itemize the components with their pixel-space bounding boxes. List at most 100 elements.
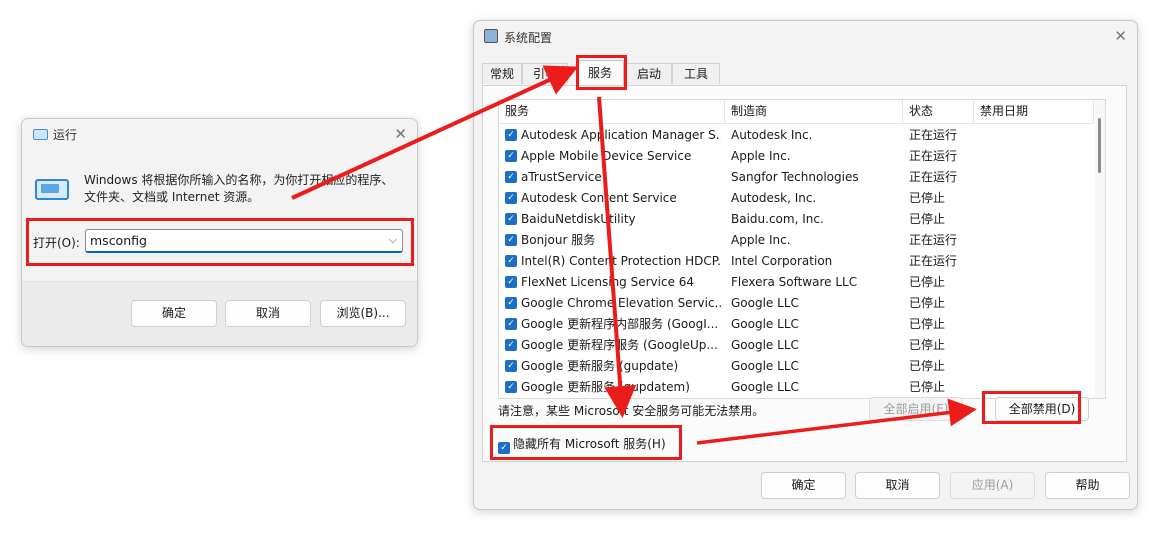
checkmark-icon[interactable]: ✓ <box>505 276 517 288</box>
status: 正在运行 <box>909 254 958 268</box>
col-service[interactable]: 服务 <box>499 100 725 123</box>
service-name: Autodesk Application Manager S... <box>521 128 721 142</box>
browse-button[interactable]: 浏览(B)... <box>320 300 406 327</box>
service-name: Autodesk Content Service <box>521 191 677 205</box>
table-row[interactable]: ✓ FlexNet Licensing Service 64 Flexera Sof… <box>499 272 1094 293</box>
service-name: Google Chrome Elevation Servic... <box>521 296 721 310</box>
status: 已停止 <box>909 380 946 394</box>
apply-button[interactable]: 应用(A) <box>950 472 1035 499</box>
status: 已停止 <box>909 359 946 373</box>
service-name: Google 更新服务 (gupdatem) <box>521 380 690 394</box>
open-label: 打开(O): <box>33 236 80 250</box>
msconfig-dialog: 系统配置 ✕ 常规 引导 服务 启动 工具 服务 制造商 状态 禁用日期 ✓ Au… <box>473 20 1138 510</box>
manufacturer: Google LLC <box>731 380 799 394</box>
table-row[interactable]: ✓ Apple Mobile Device Service Apple Inc. 正在… <box>499 146 1094 167</box>
table-scrollbar[interactable] <box>1095 100 1105 398</box>
msconfig-title: 系统配置 <box>504 31 553 45</box>
table-row[interactable]: ✓ Google Chrome Elevation Servic... Google… <box>499 293 1094 314</box>
manufacturer: Sangfor Technologies <box>731 170 859 184</box>
manufacturer: Intel Corporation <box>731 254 833 268</box>
table-row[interactable]: ✓ Autodesk Content Service Autodesk, Inc. 已… <box>499 188 1094 209</box>
table-row[interactable]: ✓ Autodesk Application Manager S... Autode… <box>499 125 1094 146</box>
table-row[interactable]: ✓ Google 更新程序内部服务 (GoogI... Google LLC 已停止 <box>499 314 1094 335</box>
service-name: Google 更新程序内部服务 (GoogI... <box>521 317 719 331</box>
checkmark-icon[interactable]: ✓ <box>505 360 517 372</box>
col-disable-date[interactable]: 禁用日期 <box>974 100 1094 123</box>
checkmark-icon[interactable]: ✓ <box>498 442 510 454</box>
status: 已停止 <box>909 212 946 226</box>
enable-all-button[interactable]: 全部启用(E) <box>869 397 963 421</box>
manufacturer: Baidu.com, Inc. <box>731 212 824 226</box>
checkmark-icon[interactable]: ✓ <box>505 234 517 246</box>
msconfig-app-icon <box>484 29 498 43</box>
manufacturer: Apple Inc. <box>731 233 791 247</box>
disable-all-button[interactable]: 全部禁用(D) <box>995 397 1089 421</box>
col-manufacturer[interactable]: 制造商 <box>725 100 903 123</box>
run-description: Windows 将根据你所输入的名称，为你打开相应的程序、文件夹、文档或 Int… <box>84 173 394 204</box>
status: 已停止 <box>909 296 946 310</box>
checkmark-icon[interactable]: ✓ <box>505 213 517 225</box>
ok-button[interactable]: 确定 <box>761 472 846 499</box>
service-name: aTrustService <box>521 170 602 184</box>
service-name: Bonjour 服务 <box>521 233 596 247</box>
tab-services[interactable]: 服务 <box>576 60 624 85</box>
checkmark-icon[interactable]: ✓ <box>505 381 517 393</box>
manufacturer: Apple Inc. <box>731 149 791 163</box>
run-dialog: 运行 ✕ Windows 将根据你所输入的名称，为你打开相应的程序、文件夹、文档… <box>21 118 418 347</box>
msconfig-titlebar[interactable]: 系统配置 ✕ <box>474 21 1137 51</box>
chevron-down-icon[interactable]: ⌵ <box>389 229 397 251</box>
run-program-icon <box>35 179 69 200</box>
manufacturer: Autodesk, Inc. <box>731 191 817 205</box>
status: 正在运行 <box>909 128 958 142</box>
table-row[interactable]: ✓ Google 更新服务 (gupdate) Google LLC 已停止 <box>499 356 1094 377</box>
run-title: 运行 <box>53 128 78 142</box>
tab-boot[interactable]: 引导 <box>522 63 568 84</box>
manufacturer: Google LLC <box>731 317 799 331</box>
close-icon[interactable]: ✕ <box>1114 29 1127 44</box>
table-row[interactable]: ✓ Google 更新服务 (gupdatem) Google LLC 已停止 <box>499 377 1094 398</box>
ok-button[interactable]: 确定 <box>131 300 217 327</box>
status: 正在运行 <box>909 233 958 247</box>
run-titlebar[interactable]: 运行 ✕ <box>22 119 417 149</box>
table-row[interactable]: ✓ Intel(R) Content Protection HDCP... Inte… <box>499 251 1094 272</box>
tab-general[interactable]: 常规 <box>482 63 522 84</box>
hide-ms-label: 隐藏所有 Microsoft 服务(H) <box>513 437 666 451</box>
help-button[interactable]: 帮助 <box>1045 472 1130 499</box>
scrollbar-thumb[interactable] <box>1098 118 1101 173</box>
status: 正在运行 <box>909 149 958 163</box>
col-status[interactable]: 状态 <box>903 100 974 123</box>
service-name: Intel(R) Content Protection HDCP... <box>521 254 721 268</box>
table-row[interactable]: ✓ Google 更新程序服务 (GoogleUp... Google LLC 已停止 <box>499 335 1094 356</box>
service-name: Apple Mobile Device Service <box>521 149 692 163</box>
checkmark-icon[interactable]: ✓ <box>505 192 517 204</box>
manufacturer: Google LLC <box>731 338 799 352</box>
status: 已停止 <box>909 338 946 352</box>
close-icon[interactable]: ✕ <box>394 127 407 142</box>
services-panel: 服务 制造商 状态 禁用日期 ✓ Autodesk Application Man… <box>482 85 1127 462</box>
manufacturer: Flexera Software LLC <box>731 275 858 289</box>
table-row[interactable]: ✓ BaiduNetdiskUtility Baidu.com, Inc. 已停止 <box>499 209 1094 230</box>
checkmark-icon[interactable]: ✓ <box>505 339 517 351</box>
checkmark-icon[interactable]: ✓ <box>505 318 517 330</box>
tab-tools[interactable]: 工具 <box>672 63 720 84</box>
tab-startup[interactable]: 启动 <box>626 63 672 84</box>
status: 已停止 <box>909 275 946 289</box>
checkmark-icon[interactable]: ✓ <box>505 171 517 183</box>
open-input-value: msconfig <box>90 233 147 248</box>
checkmark-icon[interactable]: ✓ <box>505 129 517 141</box>
cancel-button[interactable]: 取消 <box>225 300 311 327</box>
table-header: 服务 制造商 状态 禁用日期 <box>499 100 1094 124</box>
hide-ms-services-checkbox[interactable]: ✓ 隐藏所有 Microsoft 服务(H) <box>498 435 666 454</box>
open-input[interactable]: msconfig ⌵ <box>85 229 403 253</box>
manufacturer: Autodesk Inc. <box>731 128 813 142</box>
checkmark-icon[interactable]: ✓ <box>505 297 517 309</box>
table-row[interactable]: ✓ Bonjour 服务 Apple Inc. 正在运行 <box>499 230 1094 251</box>
checkmark-icon[interactable]: ✓ <box>505 255 517 267</box>
status: 正在运行 <box>909 170 958 184</box>
table-row[interactable]: ✓ aTrustService Sangfor Technologies 正在运行 <box>499 167 1094 188</box>
checkmark-icon[interactable]: ✓ <box>505 150 517 162</box>
cancel-button[interactable]: 取消 <box>855 472 940 499</box>
security-note: 请注意，某些 Microsoft 安全服务可能无法禁用。 <box>498 404 765 418</box>
manufacturer: Google LLC <box>731 296 799 310</box>
services-table[interactable]: 服务 制造商 状态 禁用日期 ✓ Autodesk Application Man… <box>498 99 1106 399</box>
